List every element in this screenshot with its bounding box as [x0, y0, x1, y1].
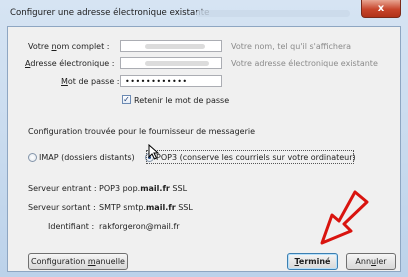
mouse-cursor-icon	[148, 144, 160, 160]
remember-password-label: Retenir le mot de passe	[134, 96, 230, 105]
password-label: Mot de passe :	[61, 77, 120, 86]
name-label: Votre nom complet :	[28, 42, 109, 51]
done-text: erminé	[298, 257, 331, 266]
title-redacted-area	[196, 10, 350, 17]
name-label-text-rest: om complet :	[56, 42, 110, 51]
password-label-text: ot de passe :	[67, 77, 120, 86]
incoming-host-prefix: pop.	[122, 184, 141, 193]
email-label: Adresse électronique :	[25, 59, 114, 68]
manual-config-text: Configuration	[31, 257, 88, 266]
cancel-text: Ann	[355, 257, 372, 266]
name-hint: Votre nom, tel qu'il s'affichera	[231, 42, 352, 51]
done-button[interactable]: Terminé	[287, 253, 338, 270]
password-field[interactable]: ••••••••••••	[120, 75, 222, 87]
email-label-text: dresse électronique :	[30, 59, 115, 68]
window-title: Configurer une adresse électronique exis…	[10, 8, 210, 18]
username-label: Identifiant :	[48, 222, 95, 231]
config-found-text: Configuration trouvée pour le fournisseu…	[28, 127, 256, 136]
email-redacted-value	[145, 61, 209, 66]
checkmark-icon: ✓	[123, 95, 130, 104]
password-label-accel: M	[61, 77, 68, 86]
imap-label[interactable]: IMAP (dossiers distants)	[39, 153, 135, 162]
cancel-button[interactable]: Annuler	[346, 253, 396, 270]
annotation-arrow-icon	[320, 190, 369, 245]
title-bar[interactable]: Configurer une adresse électronique exis…	[0, 0, 408, 26]
manual-config-accel: m	[87, 257, 96, 266]
outgoing-host-domain: mail.fr	[145, 203, 176, 212]
imap-radio[interactable]	[28, 153, 37, 162]
name-redacted-value	[145, 44, 205, 49]
incoming-host-domain: mail.fr	[140, 184, 170, 193]
email-hint: Votre adresse électronique existante	[231, 59, 378, 68]
name-label-text: Votre	[28, 42, 52, 51]
incoming-server-label: Serveur entrant :	[28, 184, 97, 193]
close-button[interactable]: x	[361, 0, 401, 18]
name-field[interactable]	[120, 40, 222, 52]
close-icon: x	[377, 3, 385, 14]
manual-config-button[interactable]: Configuration manuelle	[28, 253, 128, 270]
outgoing-server-value: SMTP smtp.mail.fr SSL	[99, 203, 193, 212]
outgoing-protocol: SMTP	[99, 203, 121, 212]
outgoing-host-prefix: smtp.	[123, 203, 146, 212]
cancel-text-rest: ler	[376, 257, 387, 266]
remember-password-checkbox[interactable]: ✓	[122, 95, 131, 104]
incoming-protocol: POP3	[99, 184, 121, 193]
outgoing-security: SSL	[178, 203, 193, 212]
username-value: rakforgeron@mail.fr	[99, 222, 180, 231]
email-field[interactable]	[120, 57, 222, 69]
incoming-server-value: POP3 pop.mail.fr SSL	[99, 184, 187, 193]
incoming-security: SSL	[172, 184, 188, 193]
pop3-label[interactable]: POP3 (conserve les courriels sur votre o…	[156, 153, 356, 162]
password-value: ••••••••••••	[125, 77, 188, 86]
manual-config-text-rest: anuelle	[95, 257, 125, 266]
outgoing-server-label: Serveur sortant :	[28, 203, 96, 212]
